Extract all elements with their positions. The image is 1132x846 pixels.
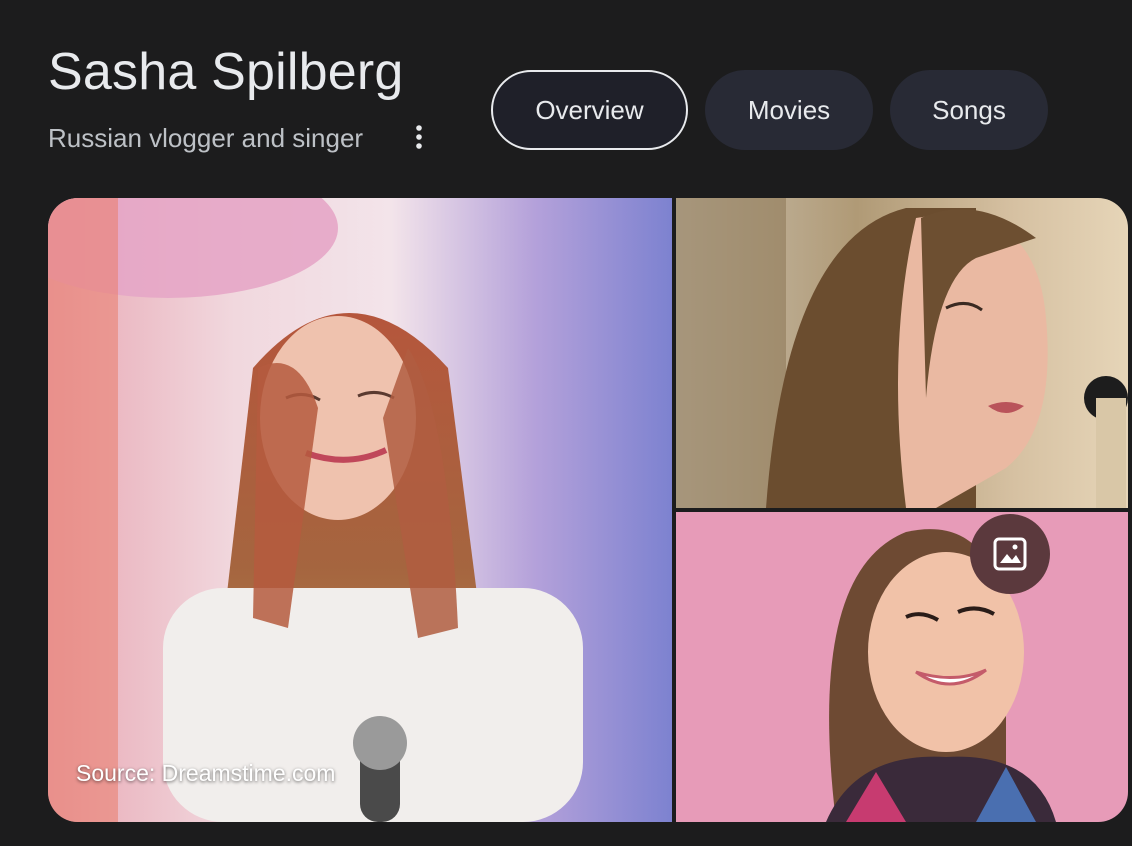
knowledge-panel: Sasha Spilberg Russian vlogger and singe… [0, 0, 1132, 846]
image-icon [993, 537, 1027, 571]
tab-movies[interactable]: Movies [705, 70, 873, 150]
image-source-caption: Source: Dreamstime.com [76, 760, 336, 786]
bottom-right-photo-illustration [826, 529, 1056, 822]
main-photo[interactable]: Source: Dreamstime.com [48, 198, 672, 822]
top-right-photo-illustration [676, 198, 1128, 508]
top-right-photo[interactable] [676, 198, 1128, 508]
tab-overview[interactable]: Overview [491, 70, 688, 150]
tab-songs[interactable]: Songs [890, 70, 1048, 150]
entity-title: Sasha Spilberg [48, 43, 404, 101]
image-gallery: Source: Dreamstime.com [48, 198, 1128, 822]
tab-bar: Overview Movies Songs [491, 70, 1048, 150]
more-images-button[interactable] [970, 514, 1050, 594]
entity-subtitle: Russian vlogger and singer [48, 123, 364, 153]
bottom-right-photo[interactable] [676, 512, 1128, 822]
more-vert-icon [416, 125, 422, 149]
more-options-button[interactable] [404, 120, 434, 154]
main-photo-illustration [48, 198, 583, 822]
